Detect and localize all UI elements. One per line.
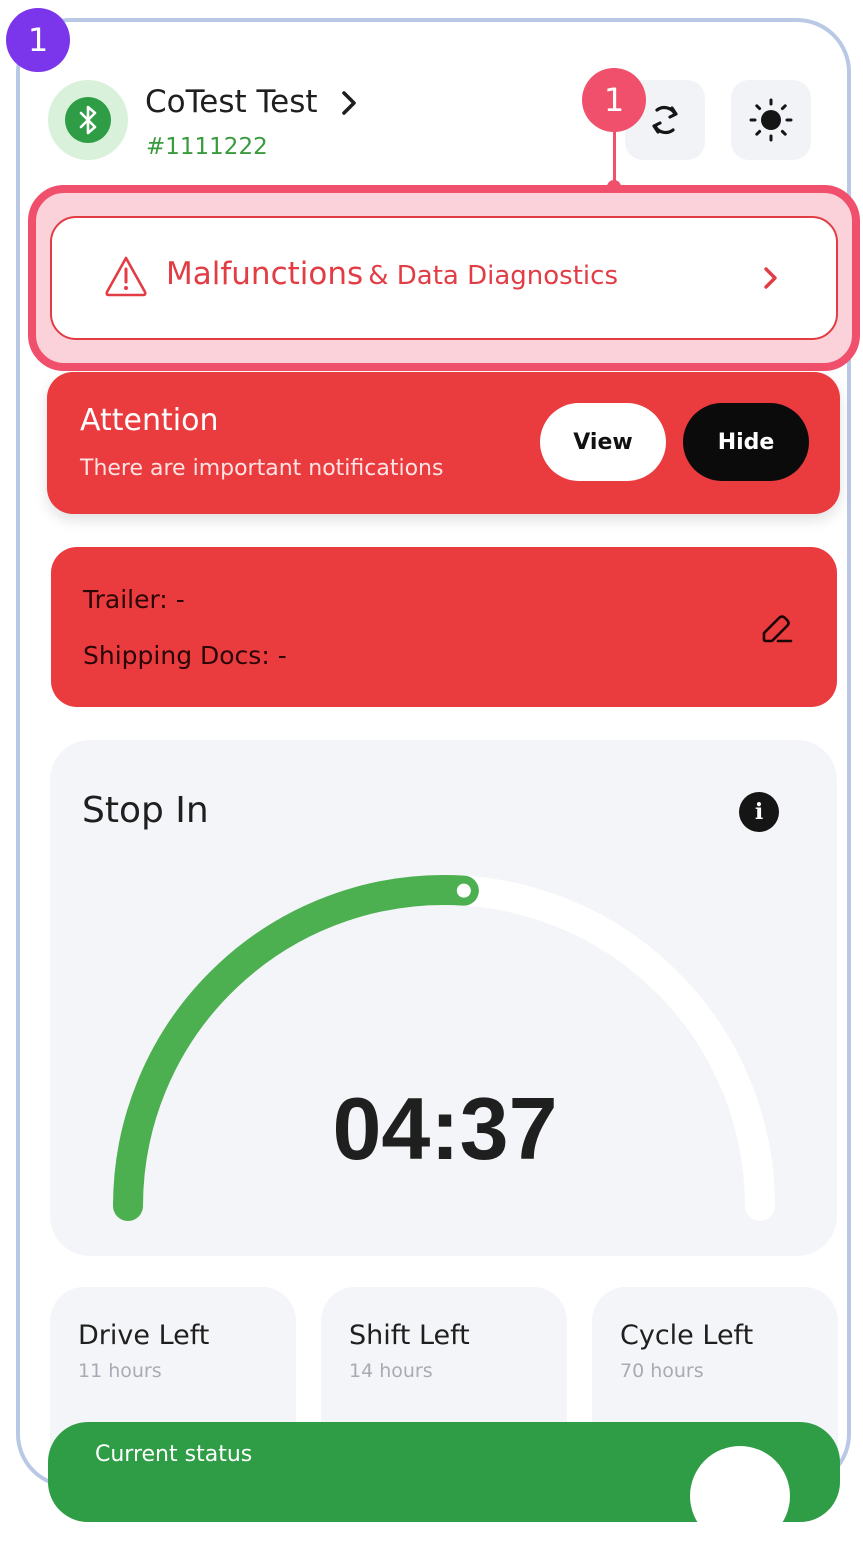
cycle-left-value: 70 hours	[620, 1360, 704, 1382]
drive-left-value: 11 hours	[78, 1360, 162, 1382]
gauge-knob	[456, 883, 471, 898]
current-status-label: Current status	[95, 1442, 253, 1467]
cycle-left-title: Cycle Left	[620, 1320, 754, 1351]
step-badge: 1	[6, 8, 70, 72]
hotspot-badge: 1	[582, 68, 646, 132]
stop-gauge	[113, 875, 775, 1221]
stop-timer: 04:37	[332, 1079, 558, 1178]
shift-left-title: Shift Left	[349, 1320, 470, 1351]
shift-left-value: 14 hours	[349, 1360, 433, 1382]
status-toggle[interactable]	[690, 1446, 790, 1546]
drive-left-title: Drive Left	[78, 1320, 210, 1351]
